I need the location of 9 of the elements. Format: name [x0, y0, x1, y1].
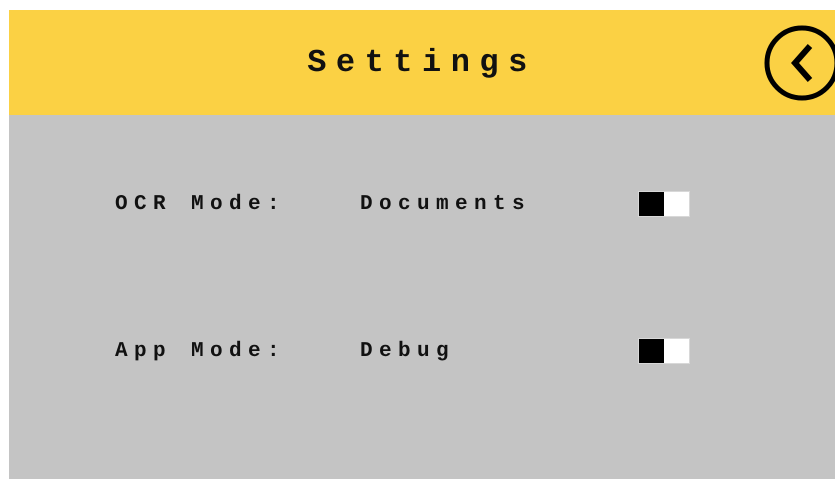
toggle-switch[interactable]	[638, 191, 690, 217]
page-title: Settings	[307, 44, 537, 81]
setting-label: OCR Mode:	[115, 192, 288, 216]
setting-value: Documents	[360, 192, 532, 216]
setting-value: Debug	[360, 340, 456, 362]
setting-label: App Mode:	[115, 340, 288, 362]
back-icon	[763, 24, 835, 102]
toggle-switch[interactable]	[638, 338, 690, 364]
back-button[interactable]	[763, 24, 835, 102]
